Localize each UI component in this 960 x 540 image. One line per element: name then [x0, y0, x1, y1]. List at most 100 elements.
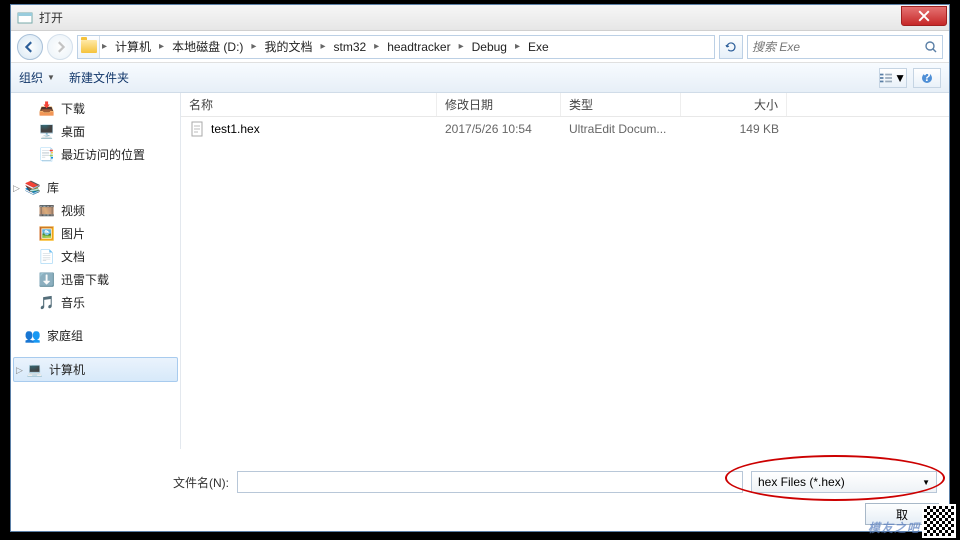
organize-menu[interactable]: 组织 ▼	[19, 69, 55, 86]
sidebar-item-library[interactable]: ▷📚 库	[11, 176, 180, 199]
breadcrumb-item[interactable]: 本地磁盘 (D:)	[166, 36, 249, 58]
new-folder-button[interactable]: 新建文件夹	[69, 69, 129, 86]
column-header-row: 名称 修改日期 类型 大小	[181, 93, 949, 117]
close-button[interactable]	[901, 6, 947, 26]
sidebar-label: 计算机	[49, 361, 85, 378]
sidebar-item-documents[interactable]: 📄 文档	[11, 245, 180, 268]
sidebar[interactable]: 📥下载 🖥️桌面 📑最近访问的位置 ▷📚库 🎞️视频 🖼️图片 📄文档 ⬇️迅雷…	[11, 93, 181, 449]
chevron-right-icon[interactable]: ▸	[457, 41, 466, 52]
music-icon: 🎵	[39, 295, 55, 311]
chevron-right-icon[interactable]: ▸	[100, 41, 109, 52]
file-date: 2017/5/26 10:54	[437, 122, 561, 136]
filename-row: 文件名(N): hex Files (*.hex) ▼	[11, 469, 949, 495]
new-folder-label: 新建文件夹	[69, 69, 129, 86]
library-icon: 📚	[25, 180, 41, 196]
expand-icon[interactable]: ▷	[16, 365, 25, 374]
view-icon	[880, 72, 892, 84]
refresh-icon	[725, 41, 737, 53]
search-input[interactable]	[752, 40, 924, 54]
search-icon[interactable]	[924, 40, 938, 54]
pictures-icon: 🖼️	[39, 226, 55, 242]
sidebar-label: 桌面	[61, 123, 85, 140]
sidebar-label: 图片	[61, 225, 85, 242]
column-header-size[interactable]: 大小	[681, 93, 787, 116]
sidebar-item-downloads[interactable]: 📥 下载	[11, 97, 180, 120]
sidebar-item-video[interactable]: 🎞️ 视频	[11, 199, 180, 222]
column-header-date[interactable]: 修改日期	[437, 93, 561, 116]
refresh-button[interactable]	[719, 35, 743, 59]
homegroup-icon: 👥	[25, 328, 41, 344]
column-header-type[interactable]: 类型	[561, 93, 681, 116]
chevron-right-icon[interactable]: ▸	[249, 41, 258, 52]
file-type-filter[interactable]: hex Files (*.hex) ▼	[751, 471, 937, 493]
breadcrumb-root-icon[interactable]	[78, 36, 100, 58]
sidebar-label: 下载	[61, 100, 85, 117]
xunlei-icon: ⬇️	[39, 272, 55, 288]
chevron-right-icon[interactable]: ▸	[372, 41, 381, 52]
bottom-bar: 文件名(N): hex Files (*.hex) ▼ 取	[11, 449, 949, 531]
search-box[interactable]	[747, 35, 943, 59]
sidebar-label: 文档	[61, 248, 85, 265]
file-name: test1.hex	[211, 122, 260, 136]
chevron-down-icon: ▼	[47, 73, 55, 82]
sidebar-item-xunlei[interactable]: ⬇️ 迅雷下载	[11, 268, 180, 291]
sidebar-item-computer[interactable]: ▷💻计算机	[13, 357, 178, 382]
help-button[interactable]: ?	[913, 68, 941, 88]
sidebar-item-recent[interactable]: 📑 最近访问的位置	[11, 143, 180, 166]
sidebar-label: 家庭组	[47, 327, 83, 344]
app-icon	[17, 10, 33, 26]
chevron-down-icon: ▼	[894, 71, 906, 85]
open-dialog-window: 打开 ▸ 计算机▸ 本地磁盘 (D:)▸ 我的文档▸ stm32▸ headtr…	[10, 4, 950, 532]
sidebar-label: 最近访问的位置	[61, 146, 145, 163]
breadcrumb-item[interactable]: headtracker	[381, 36, 456, 58]
recent-icon: 📑	[39, 147, 55, 163]
filename-label: 文件名(N):	[173, 474, 229, 491]
title-bar[interactable]: 打开	[11, 5, 949, 31]
svg-text:?: ?	[923, 72, 930, 84]
arrow-left-icon	[24, 41, 36, 53]
file-list[interactable]: 名称 修改日期 类型 大小 test1.hex 2017/5/26 10:54 …	[181, 93, 949, 449]
sidebar-label: 视频	[61, 202, 85, 219]
window-title: 打开	[39, 9, 900, 26]
cancel-label: 取	[896, 506, 908, 523]
desktop-icon: 🖥️	[39, 124, 55, 140]
view-mode-button[interactable]: ▼	[879, 68, 907, 88]
filter-label: hex Files (*.hex)	[758, 475, 845, 489]
documents-icon: 📄	[39, 249, 55, 265]
breadcrumb-bar[interactable]: ▸ 计算机▸ 本地磁盘 (D:)▸ 我的文档▸ stm32▸ headtrack…	[77, 35, 715, 59]
sidebar-item-desktop[interactable]: 🖥️ 桌面	[11, 120, 180, 143]
arrow-right-icon	[54, 41, 66, 53]
help-icon: ?	[921, 72, 933, 84]
chevron-down-icon: ▼	[922, 478, 930, 487]
sidebar-label: 音乐	[61, 294, 85, 311]
sidebar-item-music[interactable]: 🎵 音乐	[11, 291, 180, 314]
sidebar-item-homegroup[interactable]: 👥 家庭组	[11, 324, 180, 347]
chevron-right-icon[interactable]: ▸	[513, 41, 522, 52]
qr-code	[922, 504, 956, 538]
breadcrumb-item[interactable]: Debug	[466, 36, 513, 58]
toolbar: 组织 ▼ 新建文件夹 ▼ ?	[11, 63, 949, 93]
forward-button[interactable]	[47, 34, 73, 60]
organize-label: 组织	[19, 69, 43, 86]
back-button[interactable]	[17, 34, 43, 60]
nav-row: ▸ 计算机▸ 本地磁盘 (D:)▸ 我的文档▸ stm32▸ headtrack…	[11, 31, 949, 63]
file-row[interactable]: test1.hex 2017/5/26 10:54 UltraEdit Docu…	[181, 117, 949, 141]
expand-icon[interactable]: ▷	[13, 183, 22, 192]
chevron-right-icon[interactable]: ▸	[318, 41, 327, 52]
breadcrumb-item[interactable]: 我的文档	[258, 36, 318, 58]
breadcrumb-item[interactable]: stm32	[327, 36, 372, 58]
breadcrumb-item[interactable]: 计算机	[109, 36, 157, 58]
column-header-name[interactable]: 名称	[181, 93, 437, 116]
filename-input[interactable]	[237, 471, 743, 493]
content-area: 📥下载 🖥️桌面 📑最近访问的位置 ▷📚库 🎞️视频 🖼️图片 📄文档 ⬇️迅雷…	[11, 93, 949, 449]
close-icon	[918, 10, 930, 22]
file-size: 149 KB	[681, 122, 787, 136]
sidebar-label: 迅雷下载	[61, 271, 109, 288]
download-icon: 📥	[39, 101, 55, 117]
video-icon: 🎞️	[39, 203, 55, 219]
chevron-right-icon[interactable]: ▸	[157, 41, 166, 52]
sidebar-label: 库	[47, 179, 59, 196]
sidebar-item-pictures[interactable]: 🖼️ 图片	[11, 222, 180, 245]
file-icon	[189, 121, 205, 137]
breadcrumb-item[interactable]: Exe	[522, 36, 555, 58]
